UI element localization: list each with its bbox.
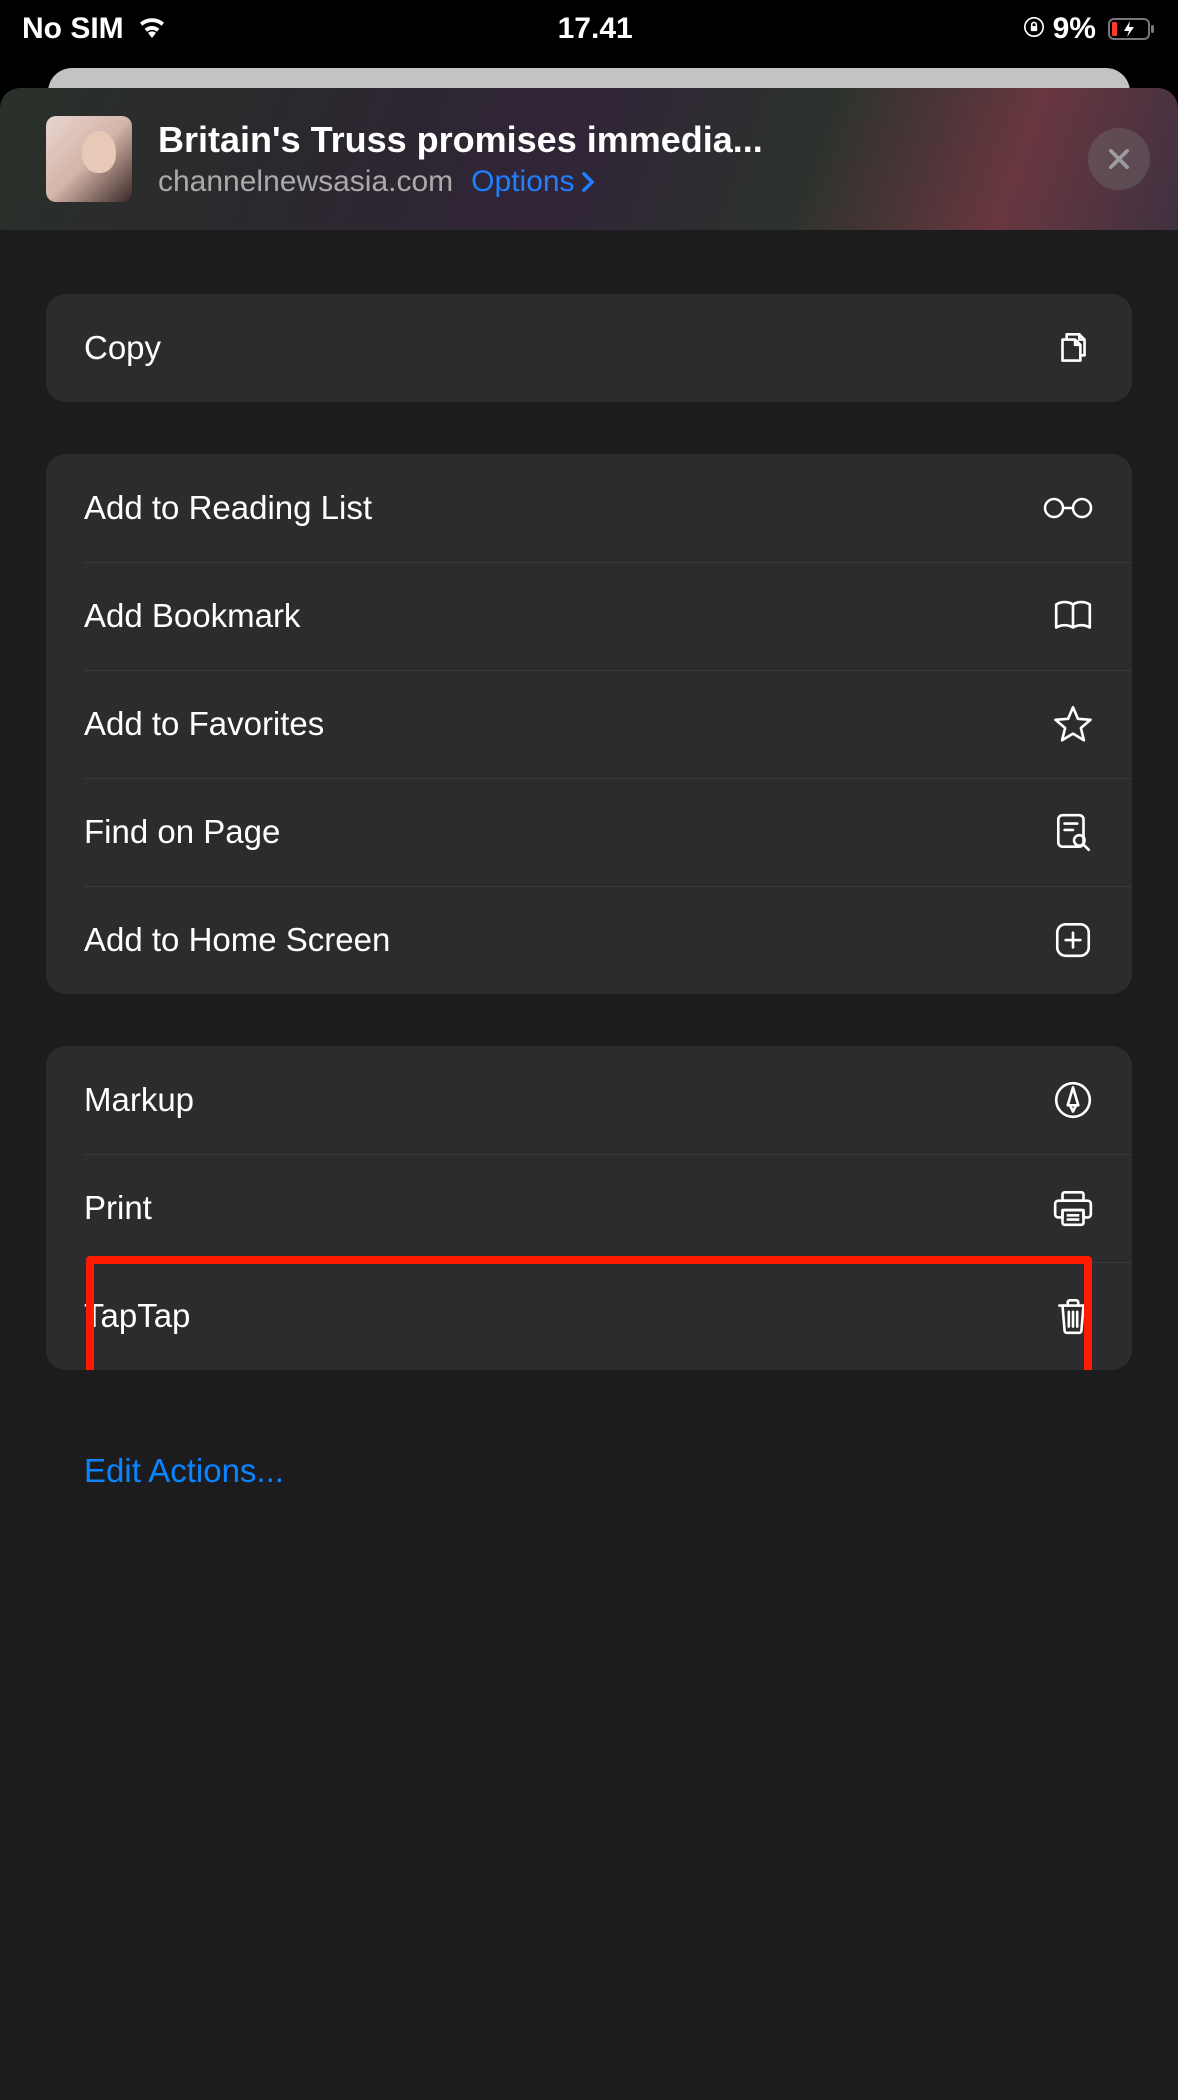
wifi-icon xyxy=(136,12,168,46)
action-group-copy: Copy xyxy=(46,294,1132,402)
taptap-label: TapTap xyxy=(84,1297,190,1335)
find-label: Find on Page xyxy=(84,813,280,851)
clock: 17.41 xyxy=(558,12,633,46)
copy-icon xyxy=(1052,327,1094,369)
options-label: Options xyxy=(471,165,574,199)
book-icon xyxy=(1052,595,1094,637)
options-button[interactable]: Options xyxy=(471,165,594,199)
homescreen-row[interactable]: Add to Home Screen xyxy=(46,886,1132,994)
favorites-label: Add to Favorites xyxy=(84,705,324,743)
chevron-right-icon xyxy=(581,171,595,193)
battery-icon xyxy=(1108,17,1156,41)
action-group-tools: Markup Print TapTap xyxy=(46,1046,1132,1370)
carrier-label: No SIM xyxy=(22,12,124,46)
bookmark-row[interactable]: Add Bookmark xyxy=(46,562,1132,670)
markup-row[interactable]: Markup xyxy=(46,1046,1132,1154)
action-group-page: Add to Reading List Add Bookmark Add to … xyxy=(46,454,1132,994)
reading-list-label: Add to Reading List xyxy=(84,489,372,527)
printer-icon xyxy=(1052,1187,1094,1229)
find-icon xyxy=(1052,811,1094,853)
copy-row[interactable]: Copy xyxy=(46,294,1132,402)
find-row[interactable]: Find on Page xyxy=(46,778,1132,886)
page-thumbnail xyxy=(46,116,132,202)
close-icon xyxy=(1105,145,1133,173)
page-title: Britain's Truss promises immedia... xyxy=(158,119,1062,161)
trash-icon xyxy=(1052,1295,1094,1337)
print-row[interactable]: Print xyxy=(46,1154,1132,1262)
markup-label: Markup xyxy=(84,1081,194,1119)
reading-list-row[interactable]: Add to Reading List xyxy=(46,454,1132,562)
copy-label: Copy xyxy=(84,329,161,367)
actions-content: Copy Add to Reading List Add Bookmark xyxy=(0,230,1178,2100)
homescreen-label: Add to Home Screen xyxy=(84,921,390,959)
battery-percent: 9% xyxy=(1053,12,1096,46)
bookmark-label: Add Bookmark xyxy=(84,597,300,635)
plus-square-icon xyxy=(1052,919,1094,961)
page-domain: channelnewsasia.com xyxy=(158,165,453,199)
share-header: Britain's Truss promises immedia... chan… xyxy=(0,88,1178,230)
status-bar: No SIM 17.41 9% xyxy=(0,0,1178,54)
favorites-row[interactable]: Add to Favorites xyxy=(46,670,1132,778)
taptap-row[interactable]: TapTap xyxy=(46,1262,1132,1370)
glasses-icon xyxy=(1042,487,1094,529)
print-label: Print xyxy=(84,1189,152,1227)
markup-icon xyxy=(1052,1079,1094,1121)
edit-actions-button[interactable]: Edit Actions... xyxy=(46,1422,1132,1520)
share-sheet: Britain's Truss promises immedia... chan… xyxy=(0,88,1178,2100)
close-button[interactable] xyxy=(1088,128,1150,190)
star-icon xyxy=(1052,703,1094,745)
orientation-lock-icon xyxy=(1023,12,1045,46)
